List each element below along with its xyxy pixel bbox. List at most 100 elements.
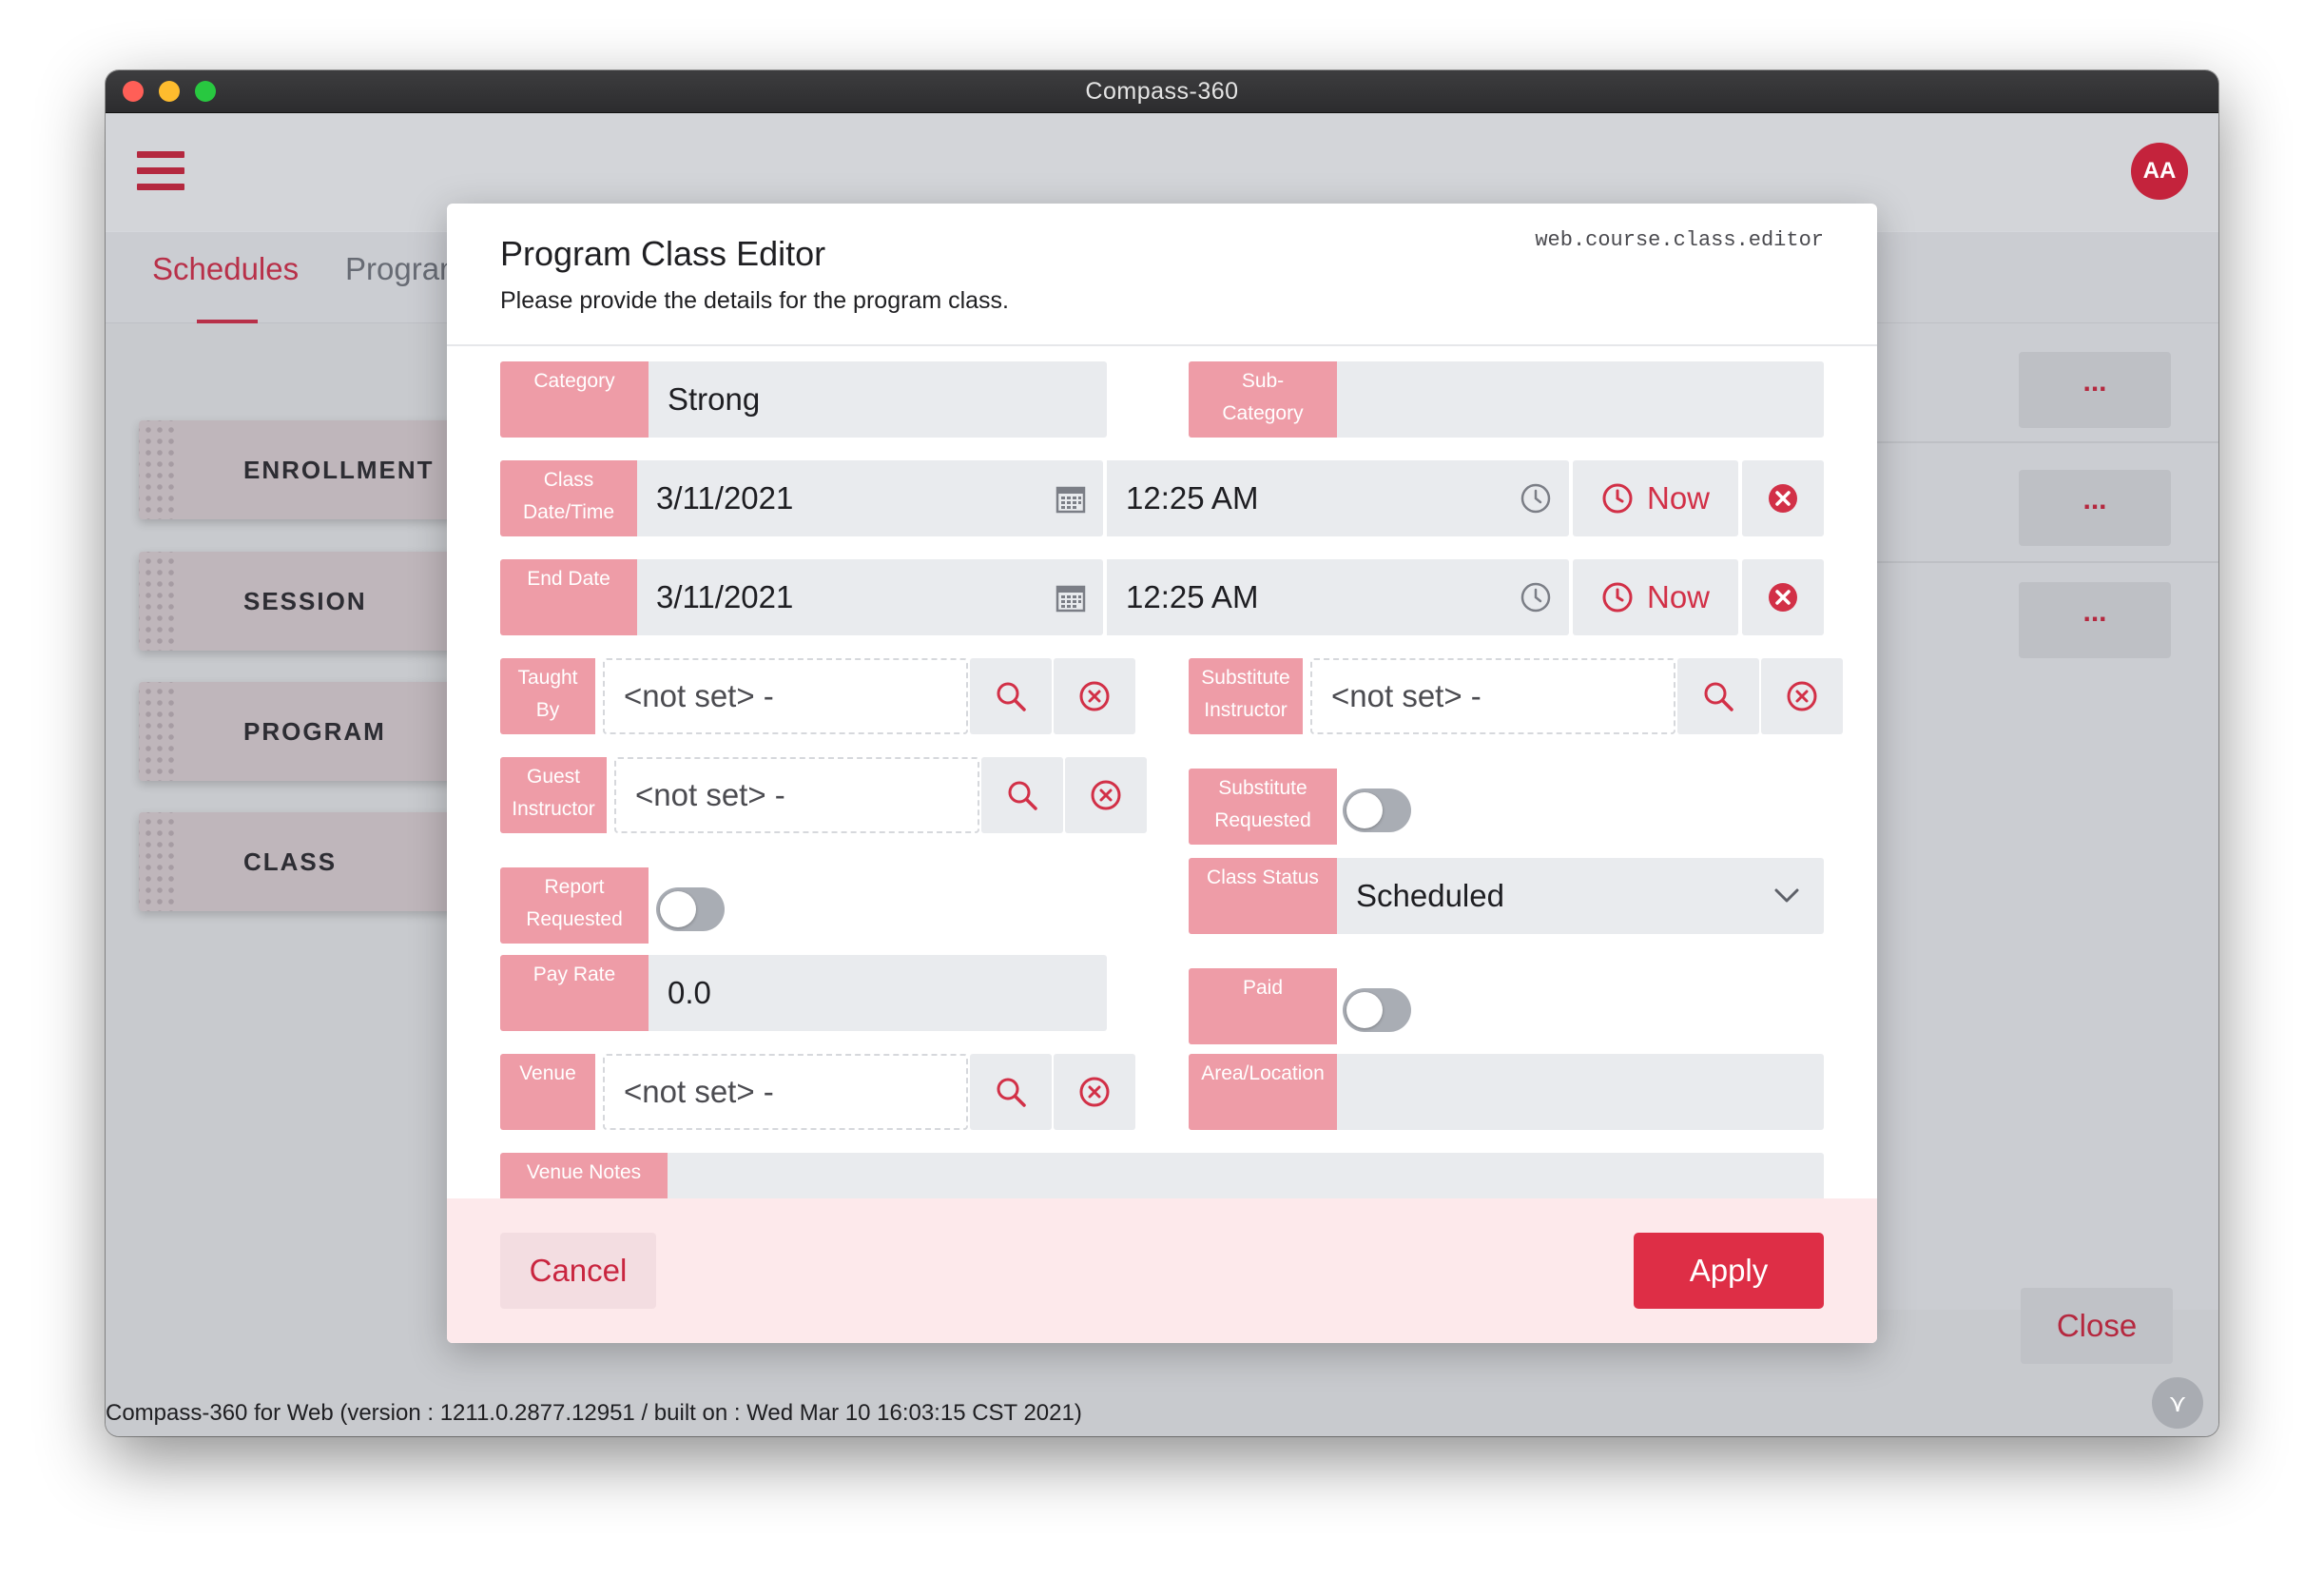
window-title: Compass-360 [1085,78,1239,105]
dialog-title: Program Class Editor [500,234,826,273]
taught-by-clear-button[interactable] [1054,658,1135,734]
end-now-button[interactable]: Now [1573,559,1738,635]
venue-notes-input[interactable] [668,1153,1824,1198]
pay-rate-label: Pay Rate [500,955,649,1031]
venue-clear-button[interactable] [1054,1054,1135,1130]
drag-handle-icon[interactable] [139,552,175,651]
list-item: ... [1874,443,2218,563]
now-label: Now [1646,480,1711,516]
end-date-label: End Date [500,559,637,635]
class-datetime-clear-button[interactable] [1742,460,1824,536]
drag-handle-icon[interactable] [139,812,175,911]
venue-notes-label: Venue Notes [500,1153,668,1198]
clock-icon[interactable] [1520,460,1552,536]
clear-icon [1786,680,1818,712]
drag-handle-icon[interactable] [139,420,175,519]
pay-rate-input[interactable]: 0.0 [649,955,1107,1031]
close-button[interactable]: Close [2021,1288,2173,1364]
end-date-input[interactable]: 3/11/2021 [637,559,1103,635]
class-time-value: 12:25 AM [1126,480,1259,516]
report-requested-label: Report Requested [500,867,649,944]
dialog-form: Category Strong Sub- Category Class Date/T… [447,346,1877,1198]
class-status-select[interactable]: Scheduled [1337,858,1824,934]
sidebar-item-label: SESSION [243,587,367,615]
search-icon [994,679,1028,713]
cancel-button[interactable]: Cancel [500,1233,656,1309]
clear-icon [1078,1076,1111,1108]
substitute-instructor-search-button[interactable] [1677,658,1759,734]
taught-by-label: Taught By [500,658,595,734]
more-options-button[interactable]: ... [2019,470,2171,546]
avatar[interactable]: AA [2131,143,2188,200]
vaadin-logo-icon[interactable]: ⋎ [2152,1377,2203,1429]
calendar-icon[interactable] [1055,460,1086,536]
substitute-requested-label: Substitute Requested [1189,769,1337,845]
substitute-instructor-input[interactable]: <not set> - [1310,658,1675,734]
end-date-clear-button[interactable] [1742,559,1824,635]
substitute-instructor-label: Substitute Instructor [1189,658,1303,734]
drag-handle-icon[interactable] [139,682,175,781]
venue-input[interactable]: <not set> - [603,1054,968,1130]
search-icon [994,1075,1028,1109]
class-time-input[interactable]: 12:25 AM [1107,460,1569,536]
paid-label: Paid [1189,968,1337,1044]
clear-icon [1090,779,1122,811]
report-requested-toggle[interactable] [656,887,725,931]
dialog-code: web.course.class.editor [1535,228,1824,252]
list-item: ... [1874,323,2218,443]
substitute-instructor-clear-button[interactable] [1761,658,1843,734]
guest-instructor-label: Guest Instructor [500,757,607,833]
sidebar-item-label: ENROLLMENT [243,456,435,484]
calendar-icon[interactable] [1055,559,1086,635]
substitute-requested-toggle[interactable] [1343,788,1411,832]
version-text: Compass-360 for Web (version : 1211.0.28… [106,1400,1082,1426]
guest-instructor-input[interactable]: <not set> - [614,757,979,833]
taught-by-search-button[interactable] [970,658,1052,734]
clear-icon [1767,581,1799,613]
clear-icon [1078,680,1111,712]
clock-icon[interactable] [1520,559,1552,635]
category-input[interactable]: Strong [649,361,1107,438]
dialog-footer: Cancel Apply [447,1198,1877,1343]
end-date-value: 3/11/2021 [656,579,794,614]
sidebar-item-label: CLASS [243,847,338,876]
taught-by-input[interactable]: <not set> - [603,658,968,734]
venue-search-button[interactable] [970,1054,1052,1130]
right-panel: ... ... ... [1874,323,2218,1310]
area-location-label: Area/Location [1189,1054,1337,1130]
search-icon [1005,778,1039,812]
sub-category-input[interactable] [1337,361,1824,438]
paid-toggle[interactable] [1343,988,1411,1032]
sub-category-label: Sub- Category [1189,361,1337,438]
clock-icon [1601,581,1634,613]
venue-label: Venue [500,1054,595,1130]
menu-icon[interactable] [137,151,184,191]
apply-button[interactable]: Apply [1634,1233,1824,1309]
dialog-subtitle: Please provide the details for the progr… [500,287,1009,314]
class-date-input[interactable]: 3/11/2021 [637,460,1103,536]
guest-instructor-search-button[interactable] [981,757,1063,833]
class-status-value: Scheduled [1356,878,1504,913]
search-icon [1701,679,1735,713]
class-datetime-label: Class Date/Time [500,460,637,536]
now-label: Now [1646,579,1711,614]
more-options-button[interactable]: ... [2019,352,2171,428]
list-item: ... [1874,563,2218,681]
end-time-input[interactable]: 12:25 AM [1107,559,1569,635]
class-status-label: Class Status [1189,858,1337,934]
class-date-value: 3/11/2021 [656,480,794,516]
clear-icon [1767,482,1799,515]
clock-icon [1601,482,1634,515]
dialog-header: Program Class Editor Please provide the … [447,204,1877,346]
class-now-button[interactable]: Now [1573,460,1738,536]
program-class-editor-dialog: Program Class Editor Please provide the … [447,204,1877,1343]
sidebar-item-label: PROGRAM [243,717,386,746]
tab-schedules[interactable]: Schedules [152,251,299,287]
guest-instructor-clear-button[interactable] [1065,757,1147,833]
title-bar: Compass-360 [106,70,2218,113]
chevron-down-icon[interactable] [1774,858,1799,934]
more-options-button[interactable]: ... [2019,582,2171,658]
category-label: Category [500,361,649,438]
end-time-value: 12:25 AM [1126,579,1259,614]
area-location-input[interactable] [1337,1054,1824,1130]
